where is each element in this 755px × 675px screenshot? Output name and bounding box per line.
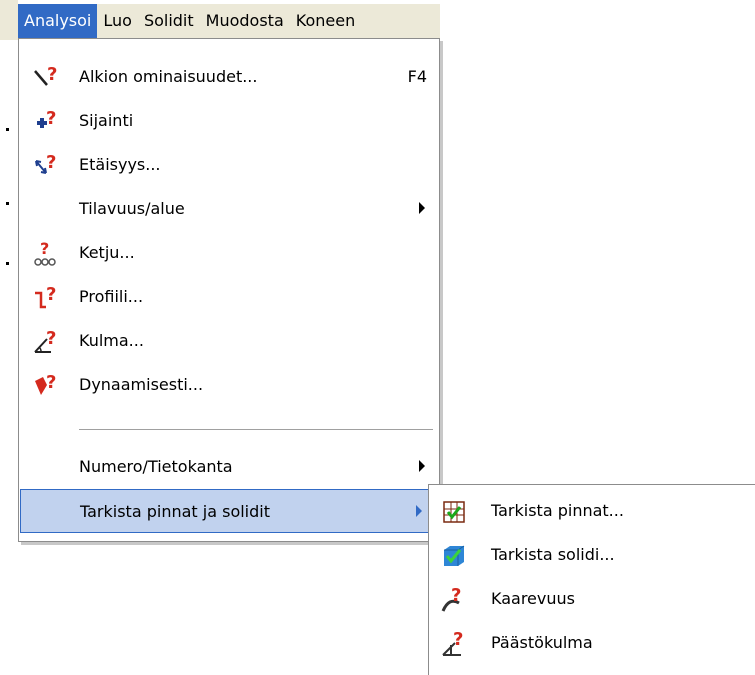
chain-icon: ? xyxy=(34,241,56,266)
svg-text:?: ? xyxy=(451,587,461,606)
submenu-item-draft-angle[interactable]: ? Päästökulma xyxy=(429,621,755,665)
menu-luo[interactable]: Luo xyxy=(97,4,138,38)
menu-item-position[interactable]: ? Sijainti xyxy=(19,99,439,143)
submenu-item-curvature[interactable]: ? Kaarevuus xyxy=(429,577,755,621)
submenu-item-label: Päästökulma xyxy=(491,633,593,652)
distance-icon: ? xyxy=(35,153,56,174)
menu-item-label: Sijainti xyxy=(79,111,134,130)
menu-item-label: Tilavuus/alue xyxy=(79,199,185,218)
svg-text:?: ? xyxy=(46,153,56,173)
submenu-item-label: Tarkista solidi... xyxy=(491,545,615,564)
menu-item-distance[interactable]: ? Etäisyys... xyxy=(19,143,439,187)
menu-item-volume-area[interactable]: Tilavuus/alue xyxy=(19,187,439,231)
menu-bar: Analysoi Luo Solidit Muodosta Koneen xyxy=(0,0,755,40)
check-solid-icon xyxy=(444,545,465,566)
analysoi-dropdown: ? Alkion ominaisuudet... F4 ? Sijainti ?… xyxy=(18,38,440,542)
menu-item-profile[interactable]: ? Profiili... xyxy=(19,275,439,319)
svg-text:?: ? xyxy=(46,285,56,305)
svg-text:?: ? xyxy=(47,65,57,85)
menu-koneen[interactable]: Koneen xyxy=(290,4,361,38)
menu-item-label: Kulma... xyxy=(79,331,144,350)
submenu-item-label: Kaarevuus xyxy=(491,589,575,608)
menu-item-chain[interactable]: ? Ketju... xyxy=(19,231,439,275)
menu-solidit[interactable]: Solidit xyxy=(138,4,200,38)
menu-item-label: Numero/Tietokanta xyxy=(79,457,233,476)
menu-item-entity-properties[interactable]: ? Alkion ominaisuudet... F4 xyxy=(19,55,439,99)
profile-icon: ? xyxy=(35,285,56,309)
position-icon: ? xyxy=(37,109,56,129)
svg-text:?: ? xyxy=(46,329,56,349)
draft-angle-icon: ? xyxy=(442,631,463,656)
menu-item-shortcut: F4 xyxy=(407,67,427,86)
menu-analysoi[interactable]: Analysoi xyxy=(18,4,98,38)
menu-item-label: Alkion ominaisuudet... xyxy=(79,67,258,86)
menu-item-angle[interactable]: ? Kulma... xyxy=(19,319,439,363)
menu-muodosta[interactable]: Muodosta xyxy=(200,4,290,38)
submenu-item-check-solid[interactable]: Tarkista solidi... xyxy=(429,533,755,577)
entity-properties-icon: ? xyxy=(34,65,57,86)
submenu-arrow-icon xyxy=(416,505,422,517)
menu-separator xyxy=(79,429,433,430)
svg-text:?: ? xyxy=(40,241,49,258)
curvature-icon: ? xyxy=(441,587,461,612)
submenu-arrow-icon xyxy=(419,202,425,214)
menu-item-number-database[interactable]: Numero/Tietokanta xyxy=(19,445,439,489)
submenu-item-check-surfaces[interactable]: Tarkista pinnat... xyxy=(429,489,755,533)
svg-text:?: ? xyxy=(46,373,56,393)
check-submenu: Tarkista pinnat... Tarkista solidi... ? … xyxy=(428,484,755,675)
menu-item-check-surfaces-solids[interactable]: Tarkista pinnat ja solidit xyxy=(20,489,437,533)
menu-item-dynamic[interactable]: ? Dynaamisesti... xyxy=(19,363,439,407)
menu-item-label: Profiili... xyxy=(79,287,144,306)
angle-icon: ? xyxy=(34,329,56,353)
check-surfaces-icon xyxy=(443,501,465,523)
dynamic-icon: ? xyxy=(35,373,56,395)
menu-item-label: Ketju... xyxy=(79,243,135,262)
svg-text:?: ? xyxy=(453,631,463,650)
submenu-item-label: Tarkista pinnat... xyxy=(491,501,624,520)
submenu-arrow-icon xyxy=(419,460,425,472)
menu-item-label: Dynaamisesti... xyxy=(79,375,204,394)
menu-item-label: Etäisyys... xyxy=(79,155,161,174)
svg-text:?: ? xyxy=(46,109,56,129)
menu-item-label: Tarkista pinnat ja solidit xyxy=(80,502,270,521)
